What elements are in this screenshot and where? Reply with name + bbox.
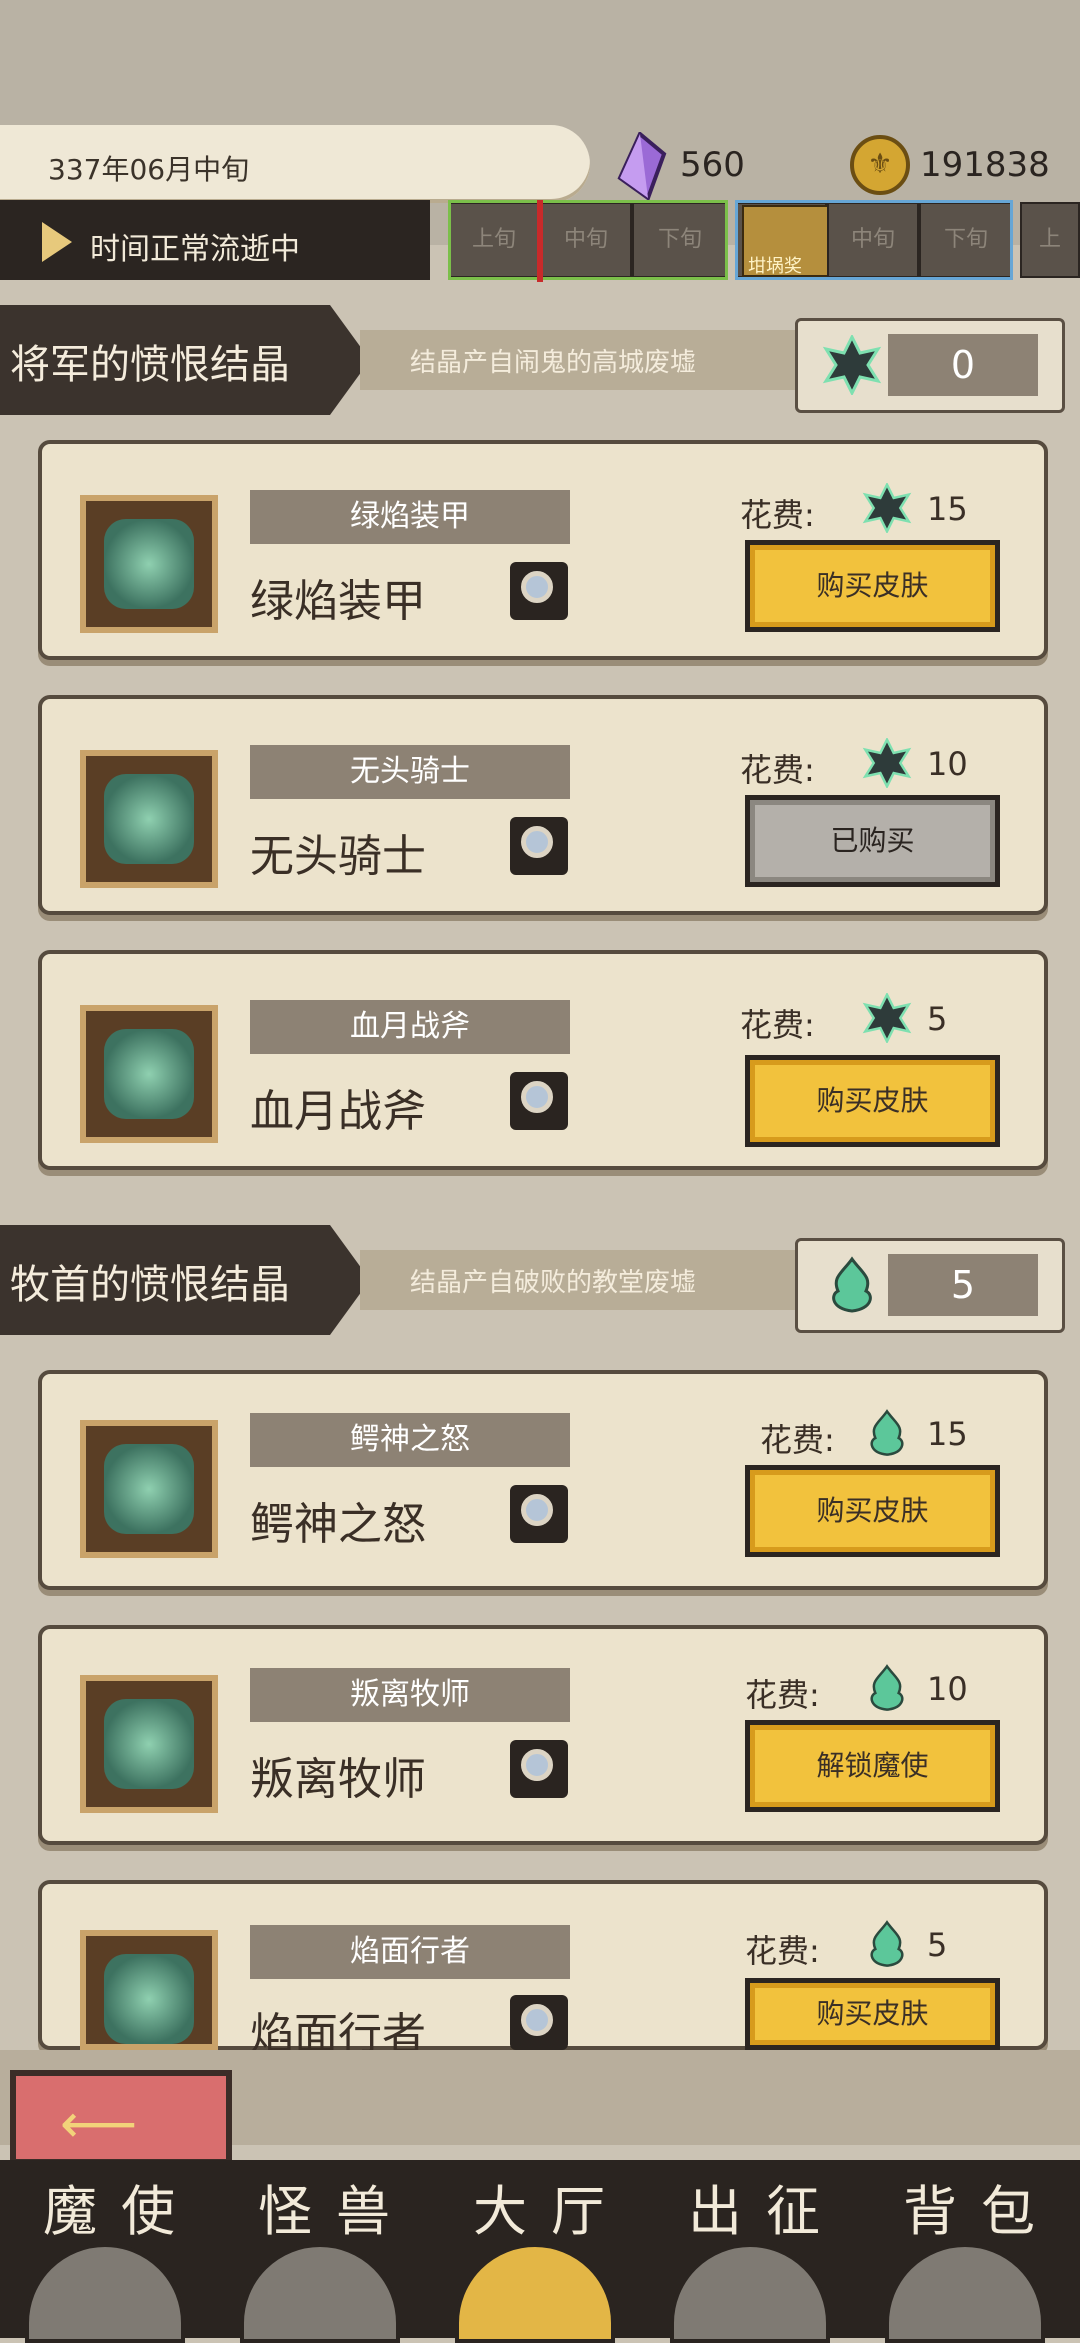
nav-expedition[interactable]: 出征: [660, 2175, 850, 2343]
dark-crystal-icon: [822, 335, 882, 395]
skin-name: 无头骑士: [250, 831, 426, 882]
current-month-frame: [448, 200, 728, 280]
magnifier-icon: [521, 1081, 553, 1113]
hall-icon: [455, 2243, 615, 2343]
skin-name: 血月战斧: [250, 1086, 426, 1137]
buy-skin-button[interactable]: 购买皮肤: [745, 1055, 1000, 1147]
skin-icon: [104, 774, 194, 864]
inspect-button[interactable]: [510, 1995, 568, 2050]
nav-label: 怪兽: [258, 2180, 414, 2243]
gold-coin-icon: ⚜: [850, 135, 910, 195]
skin-portrait: [80, 1420, 218, 1558]
skin-portrait: [80, 1675, 218, 1813]
cost-label: 花费:: [745, 1932, 820, 1970]
skin-icon: [104, 1029, 194, 1119]
section-desc: 结晶产自破败的教堂废墟: [410, 1268, 697, 1298]
purchased-button: 已购买: [745, 795, 1000, 887]
play-icon[interactable]: [42, 222, 72, 262]
buy-skin-button[interactable]: 购买皮肤: [745, 1978, 1000, 2050]
time-marker: [537, 200, 543, 282]
back-arrow-icon: ⟵: [60, 2092, 138, 2155]
skin-name: 鳄神之怒: [250, 1499, 426, 1550]
skull-icon: [25, 2243, 185, 2343]
nav-label: 背包: [903, 2180, 1059, 2243]
skin-icon: [104, 1954, 194, 2044]
nav-backpack[interactable]: 背包: [875, 2175, 1065, 2343]
nav-label: 魔使: [43, 2180, 199, 2243]
magnifier-icon: [521, 1494, 553, 1526]
section-title: 将军的愤恨结晶: [10, 342, 290, 388]
crystal-count: 560: [680, 145, 745, 185]
cost-label: 花费:: [740, 751, 815, 789]
next-month-frame: [735, 200, 1013, 280]
cost-value: 10: [927, 1670, 968, 1708]
skin-portrait: [80, 495, 218, 633]
skin-name: 叛离牧师: [250, 1754, 426, 1805]
inspect-button[interactable]: [510, 1485, 568, 1543]
skin-tag: 无头骑士: [250, 745, 570, 799]
purple-crystal-icon: [617, 132, 667, 200]
buy-skin-button[interactable]: 购买皮肤: [745, 540, 1000, 632]
magnifier-icon: [521, 826, 553, 858]
skin-tag: 绿焰装甲: [250, 490, 570, 544]
buy-skin-button[interactable]: 购买皮肤: [745, 1465, 1000, 1557]
segment-early-after: 上: [1020, 202, 1080, 278]
cost-value: 5: [927, 1926, 948, 1964]
green-flame-crystal-icon: [870, 1920, 904, 1967]
cost-label: 花费:: [740, 496, 815, 534]
game-date: 337年06月中旬: [48, 153, 250, 186]
inspect-button[interactable]: [510, 562, 568, 620]
dark-crystal-icon: [862, 483, 912, 533]
cost-value: 5: [927, 1000, 948, 1038]
magnifier-icon: [521, 571, 553, 603]
skin-icon: [104, 519, 194, 609]
backpack-icon: [885, 2243, 1045, 2343]
expedition-icon: [670, 2243, 830, 2343]
magnifier-icon: [521, 1749, 553, 1781]
skin-tag: 鳄神之怒: [250, 1413, 570, 1467]
magnifier-icon: [521, 2004, 553, 2036]
green-flame-crystal-icon: [870, 1409, 904, 1456]
cost-label: 花费:: [745, 1676, 820, 1714]
skin-name: 绿焰装甲: [250, 576, 426, 627]
nav-envoy[interactable]: 魔使: [15, 2175, 205, 2343]
monster-icon: [240, 2243, 400, 2343]
stock-count: 5: [888, 1254, 1038, 1316]
cost-value: 15: [927, 490, 968, 528]
dark-crystal-icon: [862, 738, 912, 788]
nav-hall[interactable]: 大厅: [445, 2175, 635, 2343]
section-desc: 结晶产自闹鬼的高城废墟: [410, 348, 697, 378]
coin-count: 191838: [920, 145, 1050, 185]
skin-icon: [104, 1444, 194, 1534]
inspect-button[interactable]: [510, 1740, 568, 1798]
nav-label: 出征: [688, 2180, 844, 2243]
skin-portrait: [80, 1005, 218, 1143]
cost-value: 15: [927, 1415, 968, 1453]
skin-portrait: [80, 1930, 218, 2050]
inspect-button[interactable]: [510, 1072, 568, 1130]
inspect-button[interactable]: [510, 817, 568, 875]
skin-tag: 叛离牧师: [250, 1668, 570, 1722]
cost-label: 花费:: [760, 1421, 835, 1459]
unlock-envoy-button[interactable]: 解锁魔使: [745, 1720, 1000, 1812]
skin-tag: 血月战斧: [250, 1000, 570, 1054]
section-title: 牧首的愤恨结晶: [10, 1262, 290, 1308]
green-flame-crystal-icon: [870, 1664, 904, 1711]
skin-tag: 焰面行者: [250, 1925, 570, 1979]
skin-icon: [104, 1699, 194, 1789]
nav-monster[interactable]: 怪兽: [230, 2175, 420, 2343]
time-status: 时间正常流逝中: [90, 232, 300, 267]
cost-label: 花费:: [740, 1006, 815, 1044]
cost-value: 10: [927, 745, 968, 783]
stock-count: 0: [888, 334, 1038, 396]
nav-label: 大厅: [473, 2180, 629, 2243]
green-flame-crystal-icon: [832, 1256, 872, 1313]
skin-portrait: [80, 750, 218, 888]
dark-crystal-icon: [862, 993, 912, 1043]
